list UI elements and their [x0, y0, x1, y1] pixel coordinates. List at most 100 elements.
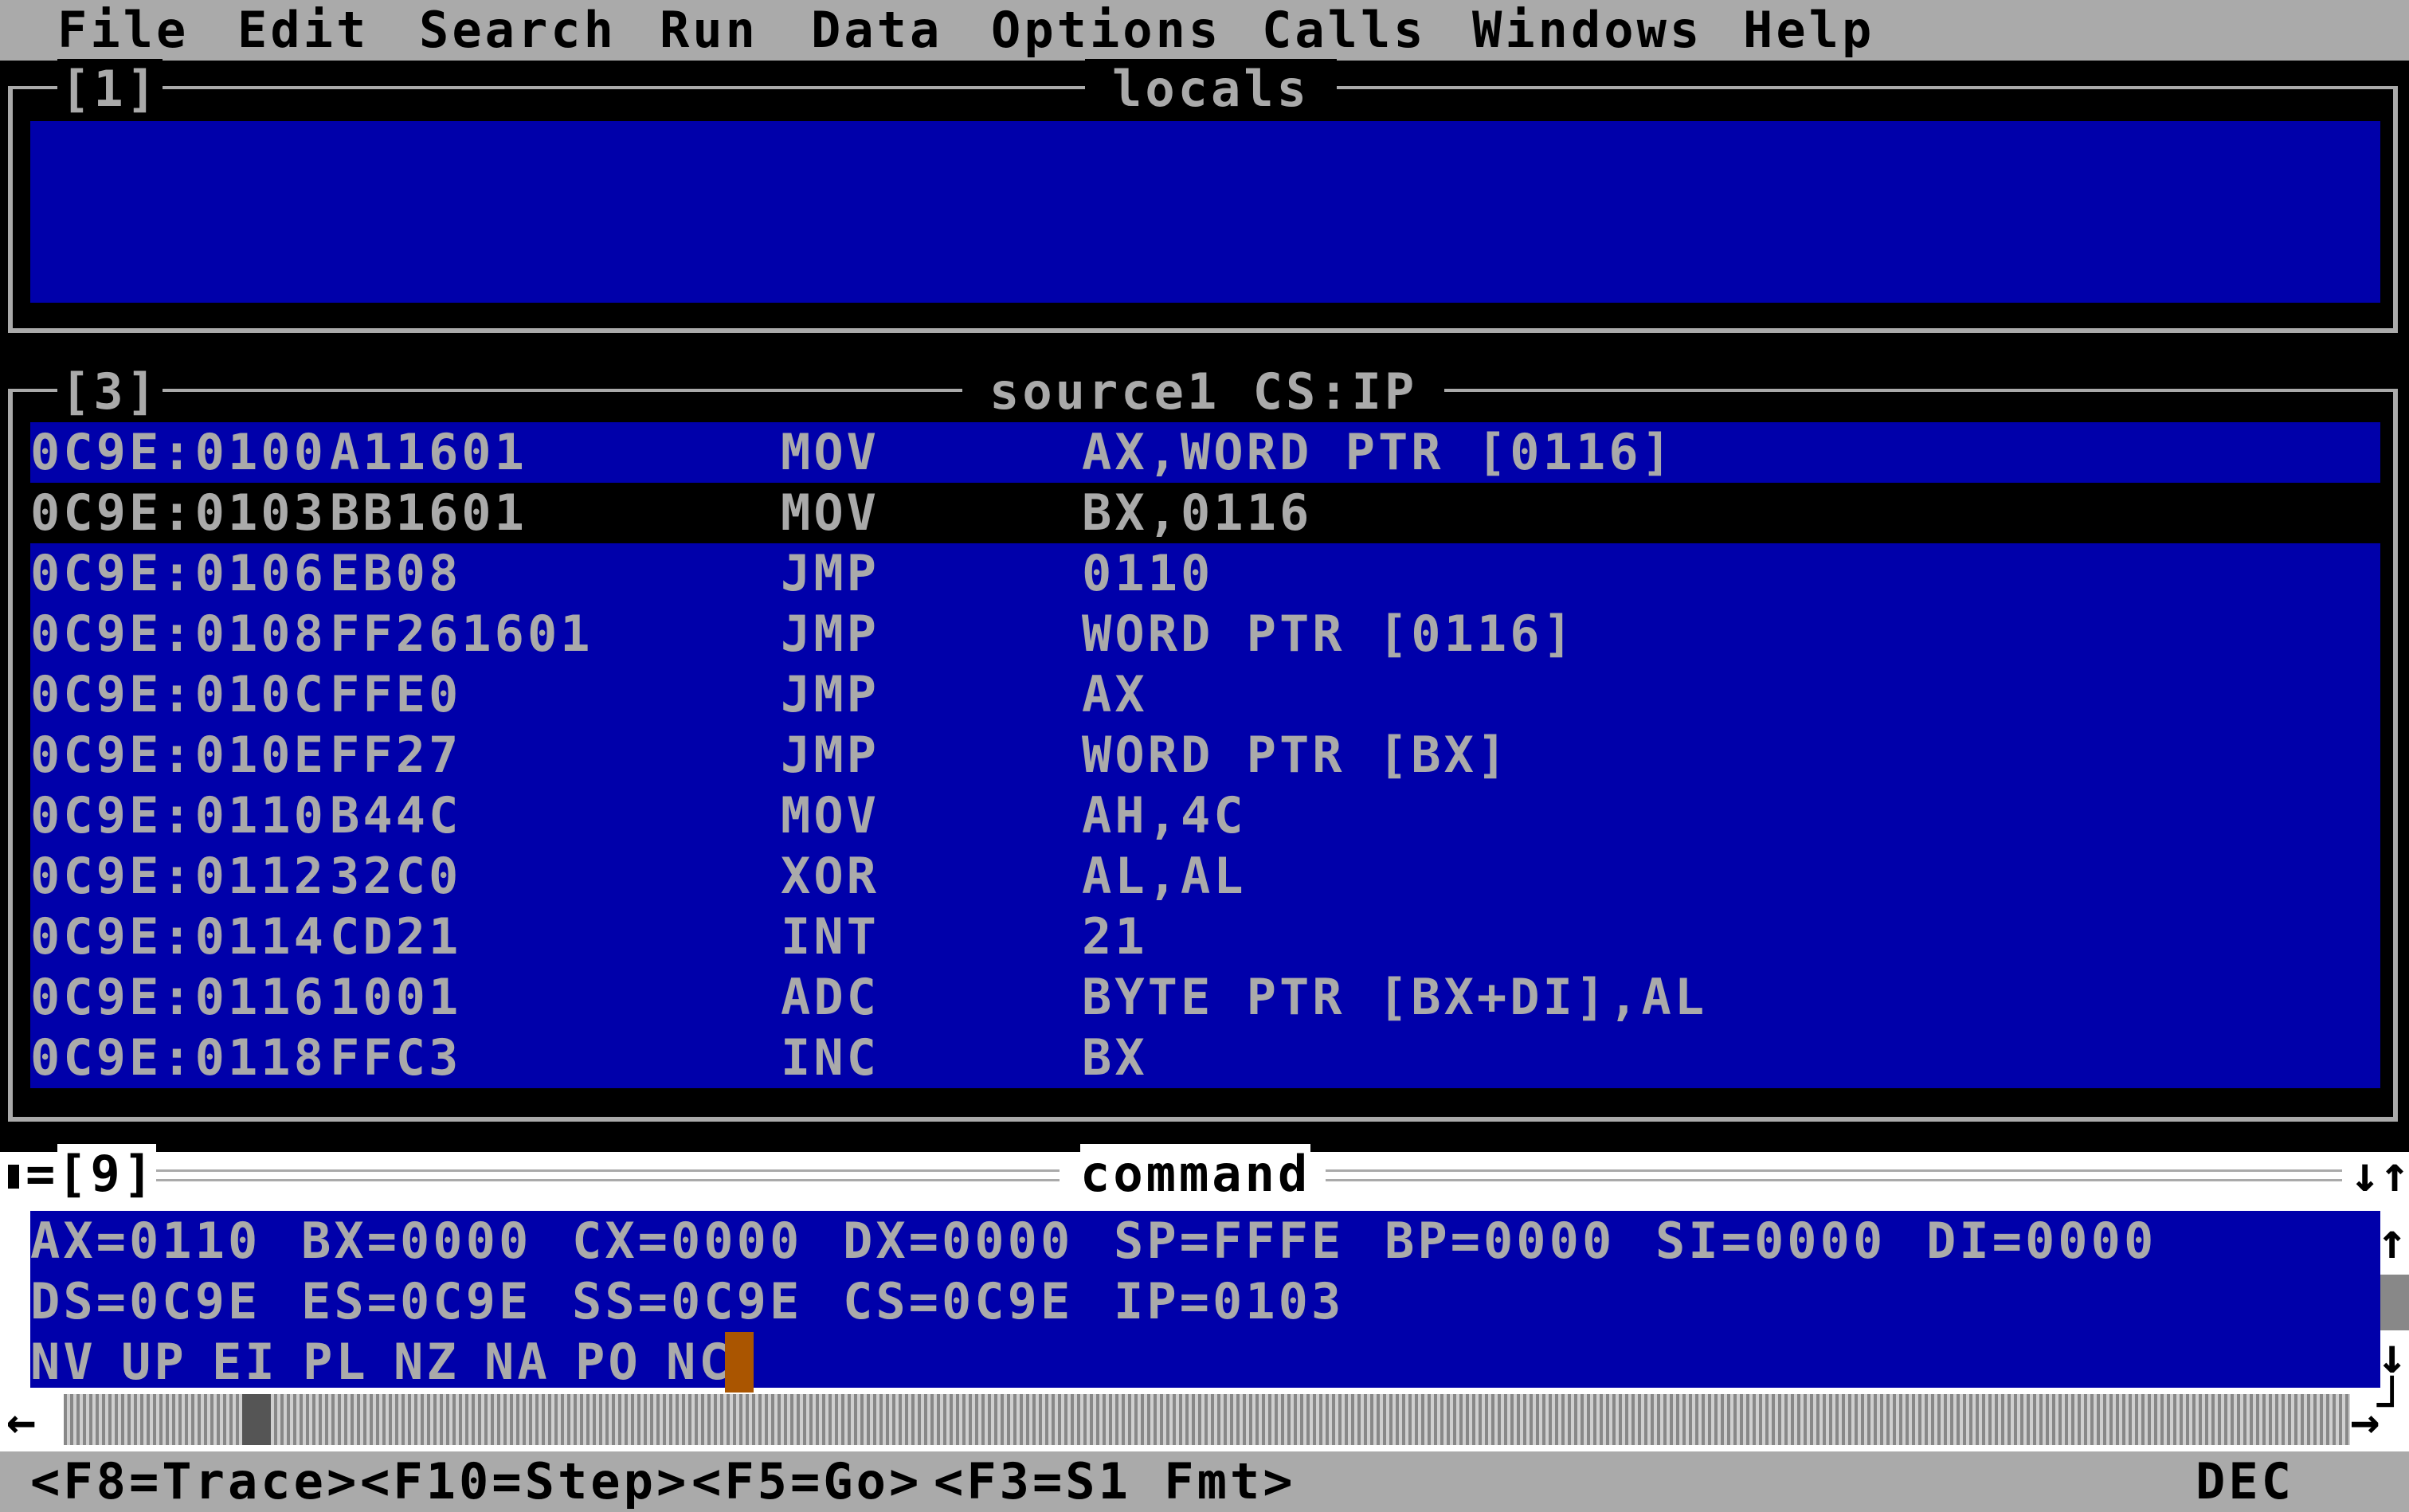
source-operands: BX — [1082, 1028, 1148, 1087]
source-mnemonic: ADC — [781, 968, 879, 1026]
locals-window-title: locals — [1085, 59, 1337, 119]
source-mnemonic: INT — [781, 907, 879, 966]
source-address: 0C9E:0106 — [30, 544, 327, 602]
source-mnemonic: INC — [781, 1028, 879, 1087]
horizontal-scroll-thumb[interactable] — [242, 1394, 271, 1445]
command-window-title: command — [1080, 1144, 1311, 1205]
source-window-number[interactable]: [3] — [57, 362, 163, 422]
register-value: BP=0000 — [1385, 1212, 1616, 1270]
source-operands: 0110 — [1082, 544, 1214, 602]
source-mnemonic: MOV — [781, 484, 879, 542]
register-value: CX=0000 — [572, 1212, 803, 1270]
source-window-title: source1 CS:IP — [962, 362, 1445, 422]
arrow-left-icon[interactable]: ← — [6, 1391, 36, 1451]
register-value: CS=0C9E — [843, 1272, 1074, 1330]
source-operands: AH,4C — [1082, 786, 1247, 844]
flag-value: NV — [30, 1333, 96, 1391]
horizontal-scroll-track[interactable] — [64, 1394, 2350, 1445]
arrow-up-icon[interactable]: ↑ — [2377, 1211, 2407, 1271]
menu-edit[interactable]: Edit — [237, 0, 369, 61]
flag-value: UP — [121, 1333, 187, 1391]
source-bytes: 1001 — [330, 968, 462, 1026]
source-operands: WORD PTR [0116] — [1082, 605, 1576, 663]
menu-bar: File Edit Search Run Data Options Calls … — [0, 0, 2409, 61]
source-bytes: FFC3 — [330, 1028, 462, 1087]
command-title-line-c — [1326, 1169, 2342, 1172]
register-value: SI=0000 — [1655, 1212, 1886, 1270]
vertical-scroll-thumb[interactable] — [2380, 1275, 2409, 1330]
register-value: SS=0C9E — [572, 1272, 803, 1330]
source-bytes: 32C0 — [330, 847, 462, 905]
command-title-line-d — [1326, 1179, 2342, 1181]
menu-run[interactable]: Run — [660, 0, 758, 61]
status-key-trace[interactable]: <F8=Trace> — [30, 1451, 359, 1512]
source-bytes: BB1601 — [330, 484, 527, 542]
menu-search[interactable]: Search — [419, 0, 617, 61]
source-address: 0C9E:0108 — [30, 605, 327, 663]
source-address: 0C9E:0103 — [30, 484, 327, 542]
locals-content[interactable] — [30, 121, 2380, 303]
flag-value: PO — [575, 1333, 641, 1391]
flag-value: NZ — [394, 1333, 460, 1391]
register-value: ES=0C9E — [301, 1272, 532, 1330]
source-address: 0C9E:0114 — [30, 907, 327, 966]
locals-window-number[interactable]: [1] — [57, 59, 163, 119]
register-value: IP=0103 — [1114, 1272, 1345, 1330]
register-value: DI=0000 — [1926, 1212, 2157, 1270]
close-icon[interactable] — [8, 1165, 19, 1189]
source-operands: AX — [1082, 665, 1148, 723]
menu-help[interactable]: Help — [1743, 0, 1874, 61]
text-cursor — [725, 1332, 754, 1393]
status-key-step[interactable]: <F10=Step> — [360, 1451, 689, 1512]
menu-windows[interactable]: Windows — [1472, 0, 1702, 61]
source-mnemonic: JMP — [781, 665, 879, 723]
source-address: 0C9E:0100 — [30, 423, 327, 481]
flag-value: PL — [303, 1333, 369, 1391]
source-bytes: A11601 — [330, 423, 527, 481]
source-bytes: CD21 — [330, 907, 462, 966]
command-title-line-b — [151, 1179, 1060, 1181]
source-operands: AL,AL — [1082, 847, 1247, 905]
status-key-go[interactable]: <F5=Go> — [691, 1451, 922, 1512]
source-address: 0C9E:010C — [30, 665, 327, 723]
arrows-icon[interactable]: ↓↑ — [2350, 1144, 2409, 1205]
menu-calls[interactable]: Calls — [1262, 0, 1427, 61]
source-address: 0C9E:0118 — [30, 1028, 327, 1087]
arrow-right-icon[interactable]: → — [2350, 1391, 2380, 1451]
source-bytes: EB08 — [330, 544, 462, 602]
source-mnemonic: MOV — [781, 786, 879, 844]
source-operands: BYTE PTR [BX+DI],AL — [1082, 968, 1708, 1026]
register-value: SP=FFFE — [1114, 1212, 1345, 1270]
flag-value: NC — [666, 1333, 732, 1391]
status-key-format[interactable]: <F3=S1 Fmt> — [934, 1451, 1296, 1512]
source-operands: AX,WORD PTR [0116] — [1082, 423, 1675, 481]
source-address: 0C9E:0110 — [30, 786, 327, 844]
register-value: DX=0000 — [843, 1212, 1074, 1270]
source-address: 0C9E:010E — [30, 726, 327, 784]
source-operands: WORD PTR [BX] — [1082, 726, 1510, 784]
register-value: BX=0000 — [301, 1212, 532, 1270]
source-bytes: FFE0 — [330, 665, 462, 723]
command-title-line-a — [151, 1169, 1060, 1172]
source-bytes: B44C — [330, 786, 462, 844]
source-bytes: FF27 — [330, 726, 462, 784]
register-value: DS=0C9E — [30, 1272, 261, 1330]
command-window-number[interactable]: [9] — [57, 1144, 156, 1205]
source-mnemonic: JMP — [781, 605, 879, 663]
status-bar: <F8=Trace> <F10=Step> <F5=Go> <F3=S1 Fmt… — [0, 1451, 2409, 1512]
source-address: 0C9E:0116 — [30, 968, 327, 1026]
status-mode: DEC — [2196, 1452, 2294, 1510]
flag-value: NA — [484, 1333, 550, 1391]
command-title-equals: = — [25, 1145, 56, 1203]
source-operands: BX,0116 — [1082, 484, 1313, 542]
source-operands: 21 — [1082, 907, 1148, 966]
source-bytes: FF261601 — [330, 605, 593, 663]
source-mnemonic: JMP — [781, 544, 879, 602]
menu-file[interactable]: File — [57, 0, 189, 61]
source-mnemonic: XOR — [781, 847, 879, 905]
menu-options[interactable]: Options — [991, 0, 1221, 61]
resize-icon[interactable]: ┘ — [2377, 1375, 2407, 1436]
menu-data[interactable]: Data — [811, 0, 942, 61]
source-mnemonic: MOV — [781, 423, 879, 481]
source-mnemonic: JMP — [781, 726, 879, 784]
